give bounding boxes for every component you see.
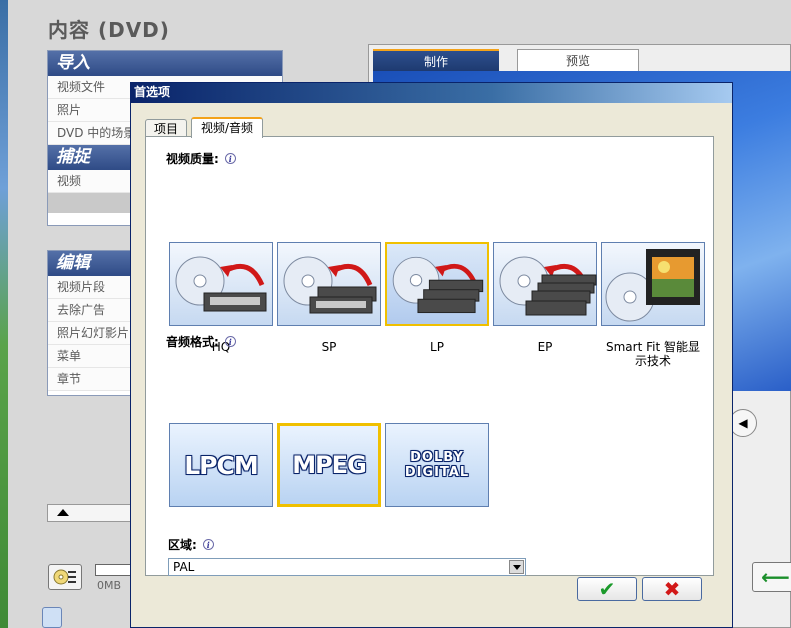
quality-sp-button[interactable] bbox=[277, 242, 381, 326]
quality-lp-label: LP bbox=[430, 340, 444, 354]
quality-ep-button[interactable] bbox=[493, 242, 597, 326]
region-label: 区域: bbox=[168, 538, 197, 552]
quality-ep-label: EP bbox=[537, 340, 553, 354]
disc-usage-label: 0MB bbox=[97, 579, 122, 592]
speaker-icon: ◀ bbox=[738, 416, 748, 430]
quality-smart-fit-label: Smart Fit 智能显示技术 bbox=[606, 340, 700, 368]
film-disc-icon bbox=[605, 249, 700, 322]
disc-list-icon bbox=[53, 569, 76, 585]
audio-format-section: 音频格式: i bbox=[166, 333, 236, 350]
chevron-down-icon[interactable] bbox=[509, 560, 524, 574]
desktop-background bbox=[0, 0, 8, 628]
disc-to-tape-icon bbox=[499, 256, 597, 316]
disc-to-tape-icon bbox=[283, 256, 377, 314]
disc-to-tape-icon bbox=[175, 256, 267, 312]
region-select[interactable]: PAL bbox=[168, 558, 526, 576]
audio-dolby-label: DOLBY DIGITAL bbox=[404, 450, 470, 480]
audio-lpcm-label: LPCM bbox=[184, 450, 258, 480]
scroll-up-button[interactable] bbox=[47, 504, 133, 522]
checkmark-icon: ✔ bbox=[598, 577, 616, 601]
audio-format-label: 音频格式: bbox=[166, 335, 219, 349]
app-title: 内容 (DVD) bbox=[48, 18, 170, 42]
quality-smart-fit-button[interactable] bbox=[601, 242, 705, 326]
video-audio-panel: 视频质量: i HQ SP LP EP Smart Fit 智能显示技术 音频格… bbox=[145, 136, 714, 576]
back-button[interactable]: ⟵ bbox=[752, 562, 791, 592]
info-icon[interactable]: i bbox=[202, 539, 214, 550]
disc-info-button[interactable] bbox=[48, 564, 82, 590]
close-icon: ✖ bbox=[663, 577, 681, 601]
info-icon[interactable]: i bbox=[224, 336, 236, 347]
tab-video-audio[interactable]: 视频/音频 bbox=[191, 117, 263, 138]
tab-make[interactable]: 制作 bbox=[373, 49, 499, 71]
audio-mpeg-label: MPEG bbox=[292, 451, 367, 479]
cancel-button[interactable]: ✖ bbox=[642, 577, 702, 601]
arrow-left-icon: ⟵ bbox=[761, 565, 790, 589]
audio-lpcm-button[interactable]: LPCM bbox=[169, 423, 273, 507]
region-section: 区域: i bbox=[168, 536, 214, 553]
quality-hq-button[interactable] bbox=[169, 242, 273, 326]
dialog-title: 首选项 bbox=[131, 83, 732, 103]
audio-dolby-button[interactable]: DOLBY DIGITAL bbox=[385, 423, 489, 507]
quality-sp-label: SP bbox=[321, 340, 337, 354]
preferences-dialog: 首选项 项目 视频/音频 视频质量: i HQ SP LP EP Smart F… bbox=[130, 82, 733, 628]
region-value: PAL bbox=[173, 560, 195, 574]
tab-preview[interactable]: 预览 bbox=[517, 49, 639, 71]
info-icon[interactable]: i bbox=[224, 153, 236, 164]
ok-button[interactable]: ✔ bbox=[577, 577, 637, 601]
import-panel-heading: 导入 bbox=[48, 51, 282, 76]
tab-project[interactable]: 项目 bbox=[145, 119, 187, 137]
video-quality-section: 视频质量: i bbox=[166, 150, 236, 167]
search-icon[interactable] bbox=[42, 607, 62, 628]
volume-button[interactable]: ◀ bbox=[729, 409, 757, 437]
disc-to-tape-icon bbox=[392, 256, 484, 314]
quality-lp-button[interactable] bbox=[385, 242, 489, 326]
arrow-up-icon bbox=[57, 509, 69, 516]
video-quality-label: 视频质量: bbox=[166, 152, 219, 166]
disc-usage-meter bbox=[95, 564, 131, 576]
audio-mpeg-button[interactable]: MPEG bbox=[277, 423, 381, 507]
